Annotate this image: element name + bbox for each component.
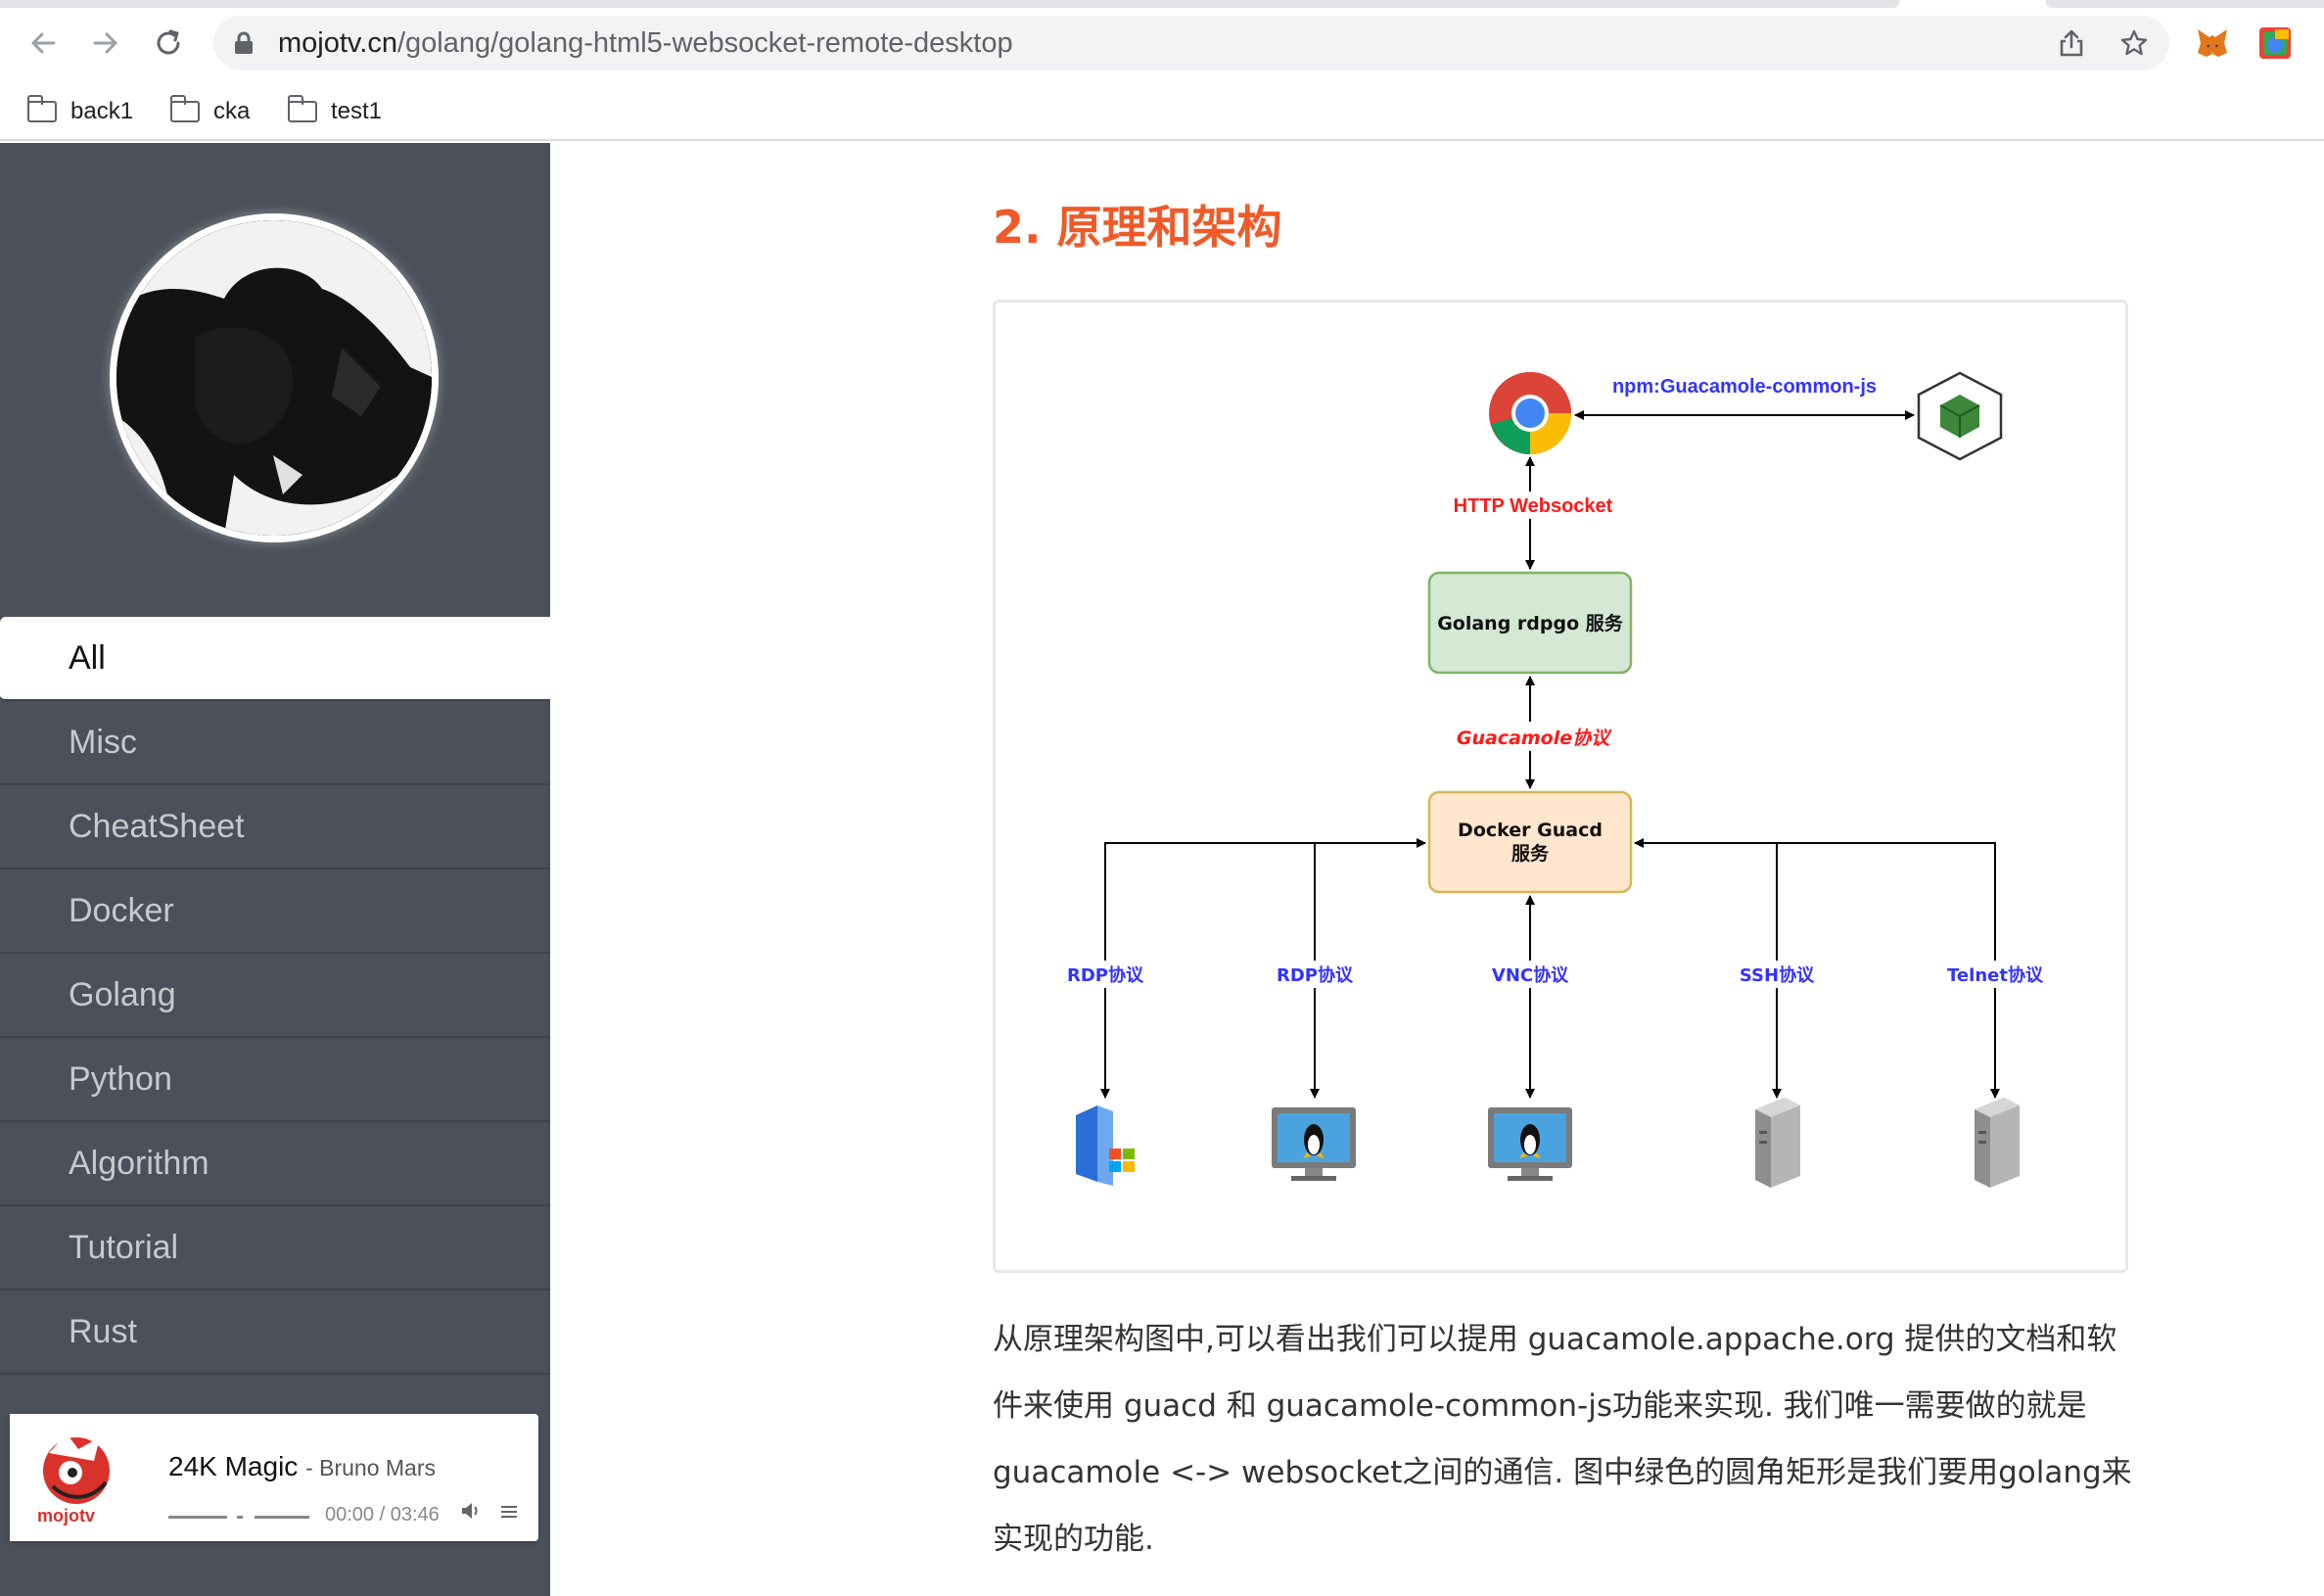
bookmark-label: back1 [70,98,134,124]
track-time: 00:00 / 03:46 [325,1504,440,1526]
album-cover[interactable]: mojotv [10,1414,137,1541]
extension-icon[interactable] [2255,23,2295,63]
bookmark-label: test1 [331,98,383,124]
bookmark-back1[interactable]: back1 [26,92,134,131]
star-icon[interactable] [2116,25,2152,61]
browser-toolbar: mojotv.cn/golang/golang-html5-websocket-… [0,0,2324,86]
metamask-icon[interactable] [2193,23,2232,63]
url-text[interactable]: mojotv.cn/golang/golang-html5-websocket-… [278,27,1013,60]
nav-item-rust[interactable]: Rust [0,1291,550,1375]
folder-icon [169,95,200,122]
nav-item-docker[interactable]: Docker [0,869,550,954]
music-player: mojotv 24K Magic - Bruno Mars 00:00 / 03… [10,1414,538,1541]
volume-icon[interactable] [460,1500,482,1527]
category-nav: All Misc CheatSheet Docker Golang Python… [0,617,550,1375]
nav-item-tutorial[interactable]: Tutorial [0,1206,550,1291]
forward-arrow-icon[interactable] [84,22,127,65]
reload-icon[interactable] [147,22,190,65]
nav-item-golang[interactable]: Golang [0,954,550,1038]
tab-strip-right [2046,0,2324,8]
server-icon [1975,1098,2020,1188]
nodejs-icon [1917,371,2003,461]
folder-icon [26,95,57,122]
address-bar[interactable]: mojotv.cn/golang/golang-html5-websocket-… [213,16,2169,70]
progress-bar-dot [237,1516,243,1519]
nav-item-misc[interactable]: Misc [0,701,550,785]
linux-desktop-icon [1272,1107,1356,1181]
track-info: 24K Magic - Bruno Mars [168,1451,436,1482]
guacamole-protocol-label: Guacamole协议 [1457,728,1612,749]
track-artist: - Bruno Mars [305,1455,437,1480]
protocol-label-rdp-2: RDP协议 [1277,964,1354,986]
avatar[interactable] [110,213,439,542]
bookmark-cka[interactable]: cka [169,92,251,131]
windows-server-icon [1076,1105,1135,1186]
protocol-label-rdp-1: RDP协议 [1067,964,1144,986]
sidebar: All Misc CheatSheet Docker Golang Python… [0,143,550,1596]
nav-item-algorithm[interactable]: Algorithm [0,1122,550,1206]
protocol-label-vnc: VNC协议 [1492,964,1569,986]
section-heading: 2. 原理和架构 [993,201,1282,254]
architecture-diagram: npm:Guacamole-common-js HTTP Websocket G… [993,300,2128,1273]
nav-item-all[interactable]: All [0,617,550,701]
progress-bar[interactable] [168,1516,227,1519]
linux-desktop-icon [1488,1107,1572,1181]
share-icon[interactable] [2054,25,2089,61]
lock-icon[interactable] [233,31,255,55]
nav-item-cheatsheet[interactable]: CheatSheet [0,785,550,869]
article-paragraph: 从原理架构图中,可以看出我们可以提用 guacamole.appache.org… [993,1322,2132,1557]
back-arrow-icon[interactable] [22,22,65,65]
http-websocket-label: HTTP Websocket [1454,495,1613,517]
tab-strip [0,0,1899,8]
docker-box-line2: 服务 [1511,842,1550,865]
track-title: 24K Magic [168,1451,299,1481]
chrome-icon [1489,372,1571,454]
nav-item-python[interactable]: Python [0,1038,550,1122]
bookmark-label: cka [213,98,251,124]
docker-box-line1: Docker Guacd [1458,820,1603,841]
protocol-label-telnet: Telnet协议 [1947,964,2044,986]
volume-bar[interactable] [255,1516,309,1519]
playlist-icon[interactable] [499,1502,519,1527]
bookmark-test1[interactable]: test1 [287,92,383,131]
npm-label: npm:Guacamole-common-js [1612,376,1877,398]
bookmarks-bar: back1 cka test1 [0,86,2324,141]
protocol-label-ssh: SSH协议 [1740,964,1815,986]
folder-icon [287,95,317,122]
server-icon [1755,1098,1800,1188]
golang-box-label: Golang rdpgo 服务 [1437,612,1624,634]
player-logo-text: mojotv [37,1506,96,1526]
